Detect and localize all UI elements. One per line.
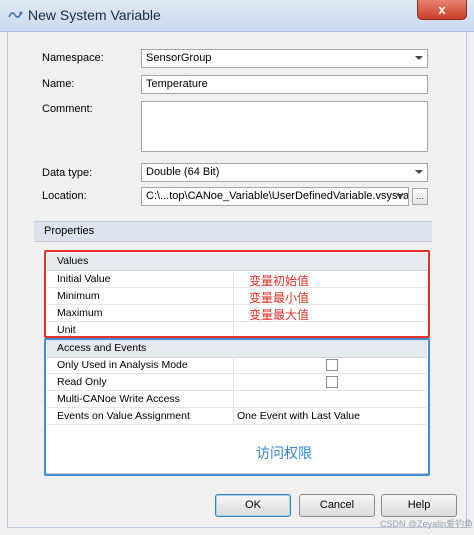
browse-location-button[interactable]: ... [412,188,428,205]
cancel-button[interactable]: Cancel [299,494,375,517]
title-bar: New System Variable x [0,0,474,32]
window-title: New System Variable [28,7,161,23]
datatype-label: Data type: [42,167,93,179]
chevron-down-icon [396,194,404,198]
name-label: Name: [42,78,75,90]
access-highlight-box [44,338,430,476]
datatype-combo[interactable]: Double (64 Bit) [141,163,428,182]
namespace-label: Namespace: [42,52,104,64]
name-value: Temperature [146,78,208,90]
datatype-value: Double (64 Bit) [146,166,220,178]
ok-button[interactable]: OK [215,494,291,517]
chevron-down-icon [415,56,423,60]
cancel-label: Cancel [319,499,355,511]
namespace-value: SensorGroup [146,52,212,64]
location-combo[interactable]: C:\...top\CANoe_Variable\UserDefinedVari… [141,187,409,206]
location-label: Location: [42,190,87,202]
values-highlight-box [44,250,430,338]
name-field[interactable]: Temperature [141,75,428,94]
comment-field[interactable] [141,101,428,152]
annotation-access: 访问权限 [256,446,312,462]
help-label: Help [407,499,431,511]
comment-label: Comment: [42,103,93,115]
help-button[interactable]: Help [381,494,457,517]
annotation-maximum: 变量最大值 [249,308,310,322]
watermark-text: CSDN @Zeyalin爱钓鱼 [380,519,474,529]
annotation-initial-value: 变量初始值 [249,274,310,288]
location-value: C:\...top\CANoe_Variable\UserDefinedVari… [146,190,409,202]
namespace-combo[interactable]: SensorGroup [141,49,428,68]
properties-header: Properties [34,221,432,242]
chevron-down-icon [415,170,423,174]
ok-label: OK [245,499,261,511]
close-button[interactable]: x [417,0,467,20]
annotation-minimum: 变量最小值 [249,291,310,305]
browse-label: ... [415,191,425,202]
system-variable-icon [8,11,23,18]
close-icon: x [438,2,446,17]
properties-title: Properties [44,225,95,237]
